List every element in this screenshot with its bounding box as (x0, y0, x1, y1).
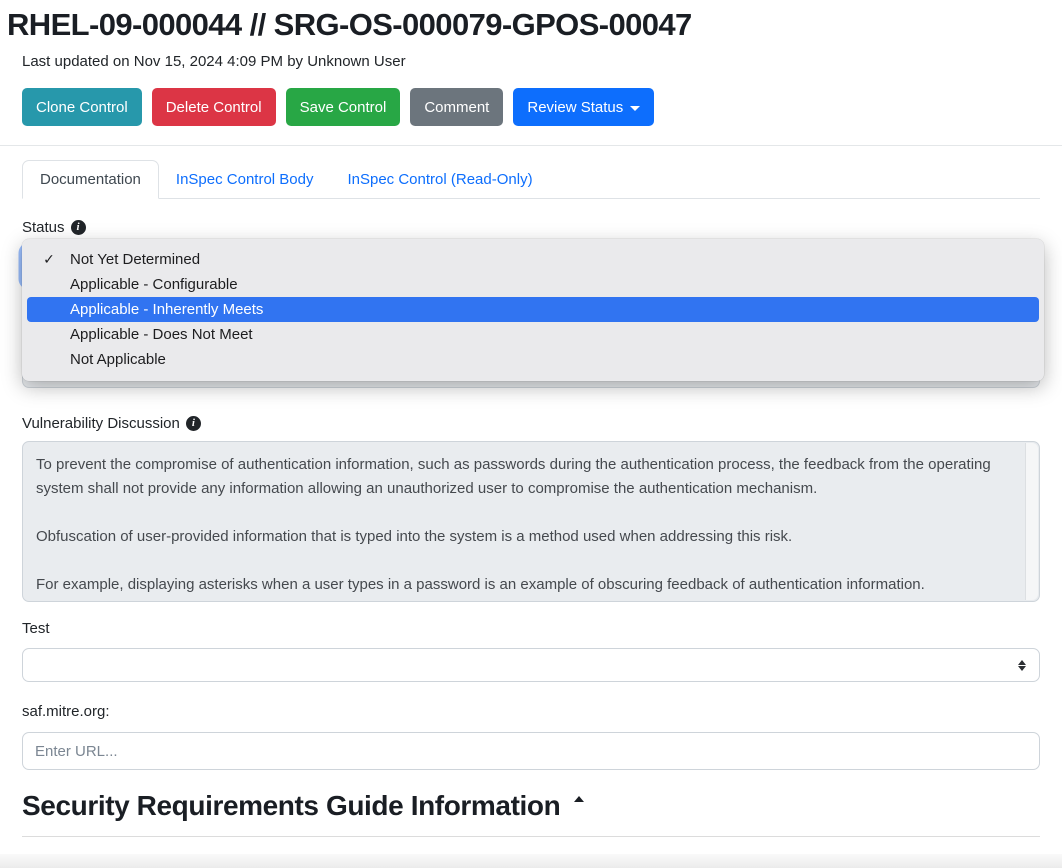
vulnerability-paragraph: Obfuscation of user-provided information… (36, 525, 1009, 549)
page-title: RHEL-09-000044 // SRG-OS-000079-GPOS-000… (7, 7, 1062, 43)
menu-item-applicable-inherently-meets[interactable]: Applicable - Inherently Meets (27, 297, 1039, 322)
tab-inspec-control-readonly[interactable]: InSpec Control (Read-Only) (330, 161, 549, 198)
vulnerability-paragraph: For example, displaying asterisks when a… (36, 573, 1009, 597)
vulnerability-discussion-label: Vulnerability Discussion i (22, 415, 1040, 432)
select-updown-icon (1018, 660, 1026, 671)
status-dropdown-menu: ✓ Not Yet Determined Applicable - Config… (22, 239, 1044, 381)
vulnerability-paragraph: To prevent the compromise of authenticat… (36, 453, 1009, 501)
test-select[interactable] (22, 648, 1040, 682)
status-field-zone: ✓ Not Yet Determined Applicable - Config… (22, 241, 1040, 401)
test-label: Test (22, 620, 1040, 637)
textarea-scrollbar[interactable] (1025, 443, 1038, 600)
menu-item-label: Applicable - Does Not Meet (70, 326, 253, 343)
srg-information-heading-text: Security Requirements Guide Information (22, 790, 560, 822)
vulnerability-discussion-label-text: Vulnerability Discussion (22, 415, 180, 432)
next-section-edge (0, 854, 1062, 868)
status-label-text: Status (22, 219, 65, 236)
delete-control-button[interactable]: Delete Control (152, 88, 276, 126)
vulnerability-discussion-textarea[interactable]: To prevent the compromise of authenticat… (22, 441, 1040, 602)
toolbar: Clone Control Delete Control Save Contro… (22, 88, 1040, 126)
comment-button[interactable]: Comment (410, 88, 503, 126)
clone-control-label: Clone Control (36, 99, 128, 116)
info-icon[interactable]: i (186, 416, 201, 431)
clone-control-button[interactable]: Clone Control (22, 88, 142, 126)
menu-item-label: Not Yet Determined (70, 251, 200, 268)
srg-information-heading[interactable]: Security Requirements Guide Information (22, 790, 1040, 822)
tab-documentation[interactable]: Documentation (22, 160, 159, 199)
menu-item-applicable-configurable[interactable]: Applicable - Configurable (22, 272, 1044, 297)
save-control-button[interactable]: Save Control (286, 88, 401, 126)
review-status-button[interactable]: Review Status (513, 88, 654, 126)
menu-item-not-applicable[interactable]: Not Applicable (22, 347, 1044, 372)
saf-url-label: saf.mitre.org: (22, 703, 1040, 720)
menu-item-label: Not Applicable (70, 351, 166, 368)
tab-bar: Documentation InSpec Control Body InSpec… (22, 160, 1040, 199)
section-divider (22, 836, 1040, 837)
info-icon[interactable]: i (71, 220, 86, 235)
menu-item-not-yet-determined[interactable]: ✓ Not Yet Determined (22, 247, 1044, 272)
toolbar-divider (0, 145, 1062, 146)
comment-label: Comment (424, 99, 489, 116)
menu-item-label: Applicable - Configurable (70, 276, 238, 293)
caret-down-icon (630, 106, 640, 111)
test-label-text: Test (22, 620, 50, 637)
save-control-label: Save Control (300, 99, 387, 116)
last-updated-text: Last updated on Nov 15, 2024 4:09 PM by … (22, 53, 1040, 70)
saf-url-input[interactable] (22, 732, 1040, 770)
menu-item-label: Applicable - Inherently Meets (70, 301, 263, 318)
collapse-caret-icon[interactable] (574, 796, 584, 802)
review-status-label: Review Status (527, 99, 623, 116)
saf-url-label-text: saf.mitre.org: (22, 703, 110, 720)
delete-control-label: Delete Control (166, 99, 262, 116)
tab-inspec-control-body[interactable]: InSpec Control Body (159, 161, 331, 198)
menu-item-applicable-does-not-meet[interactable]: Applicable - Does Not Meet (22, 322, 1044, 347)
status-label: Status i (22, 219, 1040, 236)
checkmark-icon: ✓ (34, 247, 64, 272)
